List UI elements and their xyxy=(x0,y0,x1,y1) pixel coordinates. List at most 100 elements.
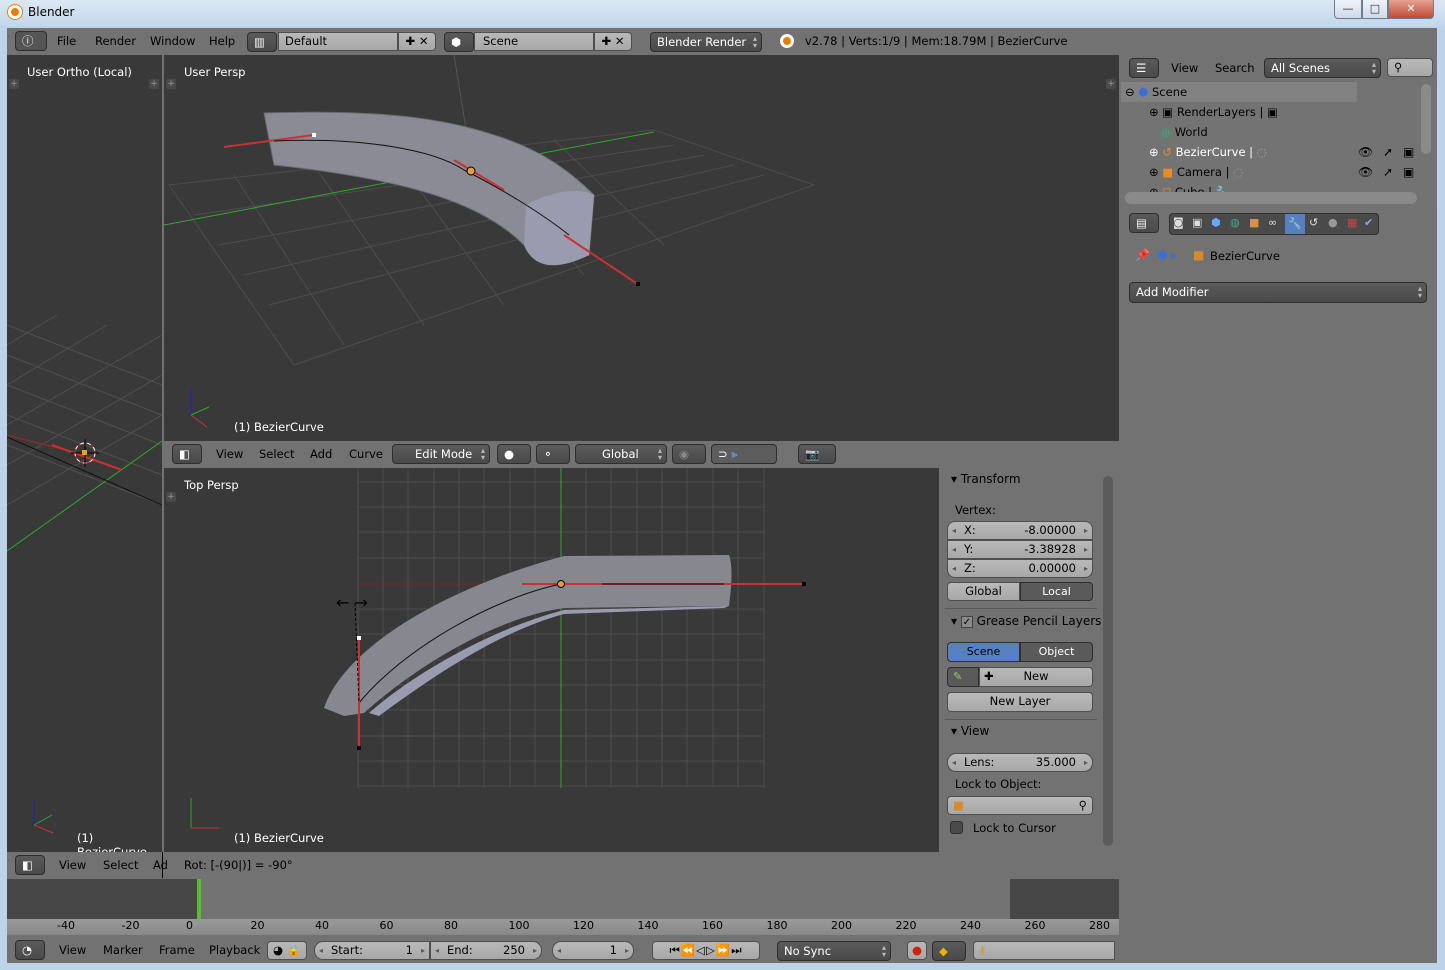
menu-help[interactable]: Help xyxy=(209,28,235,54)
gp-object-toggle[interactable]: Object xyxy=(1020,642,1093,662)
tab-material-icon[interactable]: ● xyxy=(1328,216,1338,229)
close-button[interactable]: ✕ xyxy=(1388,0,1434,19)
minimize-button[interactable]: — xyxy=(1334,0,1362,19)
renderability-camera-icon-2[interactable]: ▣ xyxy=(1403,162,1414,182)
auto-keying-record-button[interactable]: ● xyxy=(907,941,927,960)
outliner-item-world[interactable]: ◍ World xyxy=(1161,122,1208,142)
playback-controls[interactable]: ⏮⏪◁▷⏩⏭ xyxy=(652,941,760,960)
lock-to-cursor-checkbox[interactable] xyxy=(950,821,963,834)
transform-orientation-dropdown[interactable]: Global ▴ ▾ xyxy=(575,444,667,464)
new-layer-button[interactable]: New Layer xyxy=(947,692,1093,712)
outliner-menu-view[interactable]: View xyxy=(1171,55,1198,81)
global-toggle[interactable]: Global xyxy=(947,582,1020,601)
pivot-point-dropdown[interactable]: ⚬ xyxy=(536,444,570,464)
timeline-area[interactable] xyxy=(7,879,1119,919)
editor-type-outliner-button[interactable]: ☰ xyxy=(1129,58,1159,78)
tab-texture-icon[interactable]: ▦ xyxy=(1347,216,1357,229)
selectability-cursor-icon[interactable]: ➚ xyxy=(1383,142,1393,162)
editor-type-timeline-button[interactable]: ◔ xyxy=(15,940,45,960)
vertex-y-field[interactable]: ◂ Y: -3.38928 ▸ xyxy=(947,540,1093,559)
timeline-menu-view[interactable]: View xyxy=(59,937,86,963)
render-engine-dropdown[interactable]: Blender Render ▴ ▾ xyxy=(650,32,762,52)
vertex-x-field[interactable]: ◂ X: -8.00000 ▸ xyxy=(947,521,1093,540)
playhead[interactable] xyxy=(197,879,201,919)
renderability-camera-icon[interactable]: ▣ xyxy=(1403,142,1414,162)
n-panel-scrollbar[interactable] xyxy=(1103,476,1113,846)
left-menu-view[interactable]: View xyxy=(59,852,86,878)
keying-set-dropdown[interactable]: ◆ xyxy=(932,941,966,961)
tab-object-icon[interactable]: ■ xyxy=(1249,216,1259,229)
eyedropper-icon[interactable]: ⚲ xyxy=(1079,797,1087,814)
tab-data-icon[interactable]: ↺ xyxy=(1309,216,1318,229)
sync-mode-dropdown[interactable]: No Sync ▴ ▾ xyxy=(777,941,891,961)
scene-name-field[interactable]: Scene xyxy=(474,32,594,51)
editor-type-properties-button[interactable]: ▤ xyxy=(1129,213,1159,233)
proportional-edit-dropdown[interactable]: ◉ xyxy=(672,444,706,464)
outliner-menu-search[interactable]: Search xyxy=(1215,55,1255,81)
left-menu-select[interactable]: Select xyxy=(103,852,138,878)
timeline-menu-playback[interactable]: Playback xyxy=(209,937,260,963)
layout-selector-button[interactable]: ▥ xyxy=(247,32,277,52)
menu-view[interactable]: View xyxy=(216,441,243,467)
pencil-icon[interactable]: ✎ xyxy=(947,667,979,687)
layout-add-remove[interactable]: ✚ ✕ xyxy=(398,32,436,51)
maximize-button[interactable]: □ xyxy=(1362,0,1388,19)
timeline-menu-frame[interactable]: Frame xyxy=(159,937,195,963)
tab-constraints-icon[interactable]: ∞ xyxy=(1268,216,1277,229)
editor-type-button-left[interactable]: ◧ xyxy=(15,855,45,875)
properties-expand-icon-2[interactable]: + xyxy=(1106,79,1116,89)
tab-scene-icon[interactable]: ⬢ xyxy=(1211,216,1221,229)
scene-selector-button[interactable]: ⬢ xyxy=(444,32,474,52)
toolshelf-expand-icon-3[interactable]: + xyxy=(166,492,176,502)
local-toggle[interactable]: Local xyxy=(1020,582,1093,601)
lens-field[interactable]: ◂ Lens: 35.000 ▸ xyxy=(947,753,1093,772)
menu-select[interactable]: Select xyxy=(259,441,294,467)
editor-type-info-button[interactable]: ⓘ xyxy=(15,31,47,51)
visibility-eye-icon-2[interactable]: 👁 xyxy=(1358,162,1373,182)
outliner-item-beziercurve[interactable]: ⊕ ↺ BezierCurve | ◌ xyxy=(1149,142,1267,162)
transform-panel-header[interactable]: ▾ Transform xyxy=(951,472,1021,486)
render-buttons[interactable]: 📷 xyxy=(798,444,836,464)
outliner-item-camera[interactable]: ⊕ ■ Camera | ◌ xyxy=(1149,162,1243,182)
outliner-search-field[interactable]: ⚲ xyxy=(1387,58,1433,77)
viewport-shading-dropdown[interactable]: ● xyxy=(497,444,531,464)
outliner-display-mode-dropdown[interactable]: All Scenes ▴ ▾ xyxy=(1264,58,1381,78)
gp-scene-toggle[interactable]: Scene xyxy=(947,642,1020,662)
viewport-user-persp[interactable]: User Persp + + (1) BezierCurve xyxy=(164,55,1119,441)
scene-add-remove[interactable]: ✚ ✕ xyxy=(594,32,632,51)
lock-object-field[interactable]: ■ ⚲ xyxy=(947,796,1093,815)
layout-name-field[interactable]: Default xyxy=(278,32,398,51)
mode-dropdown[interactable]: Edit Mode ▴ ▾ xyxy=(392,444,490,464)
outliner-h-scrollbar[interactable] xyxy=(1125,192,1417,204)
menu-window[interactable]: Window xyxy=(150,28,195,54)
view-panel-header[interactable]: ▾ View xyxy=(951,724,989,738)
snap-controls[interactable]: ⊃ ⫸ xyxy=(711,444,777,464)
tab-world-icon[interactable]: ◍ xyxy=(1230,216,1240,229)
tab-modifiers-icon[interactable]: 🔧 xyxy=(1285,214,1305,234)
tab-renderlayers-icon[interactable]: ▣ xyxy=(1192,216,1202,229)
outliner-item-scene[interactable]: ⊖ ⬢ Scene xyxy=(1125,82,1187,102)
vertex-z-field[interactable]: ◂ Z: 0.00000 ▸ xyxy=(947,559,1093,578)
current-frame-field[interactable]: ◂ 1 ▸ xyxy=(552,941,634,960)
active-keying-set-field[interactable]: ⚷ xyxy=(973,941,1115,960)
timeline-ruler[interactable]: -40 -20 0 20 40 60 80 100 120 140 160 180 200 220 240 2… xyxy=(7,919,1119,935)
timeline-menu-marker[interactable]: Marker xyxy=(103,937,143,963)
selectability-cursor-icon-2[interactable]: ➚ xyxy=(1383,162,1393,182)
menu-render[interactable]: Render xyxy=(95,28,136,54)
grease-pencil-panel-header[interactable]: ▾ ✓ Grease Pencil Layers xyxy=(951,614,1101,628)
menu-curve[interactable]: Curve xyxy=(349,441,383,467)
outliner-scrollbar[interactable] xyxy=(1421,84,1431,154)
viewport-left[interactable]: User Ortho (Local) + + (1) BezierCurve xyxy=(7,55,162,852)
toolshelf-expand-icon[interactable]: + xyxy=(9,79,19,89)
properties-expand-icon[interactable]: + xyxy=(149,79,159,89)
visibility-eye-icon[interactable]: 👁 xyxy=(1358,142,1373,162)
left-menu-add[interactable]: Ad xyxy=(153,852,168,878)
toolshelf-expand-icon-2[interactable]: + xyxy=(166,79,176,89)
grease-pencil-enable-checkbox[interactable]: ✓ xyxy=(960,616,973,628)
add-modifier-dropdown[interactable]: Add Modifier ▴ ▾ xyxy=(1129,282,1427,303)
start-frame-field[interactable]: ◂ Start: 1 ▸ xyxy=(314,941,430,960)
tab-physics-icon[interactable]: ✔ xyxy=(1364,216,1373,229)
menu-file[interactable]: File xyxy=(57,28,76,54)
end-frame-field[interactable]: ◂ End: 250 ▸ xyxy=(430,941,542,960)
viewport-top-persp[interactable]: ← → Top Persp + (1) BezierCurve xyxy=(164,468,939,852)
